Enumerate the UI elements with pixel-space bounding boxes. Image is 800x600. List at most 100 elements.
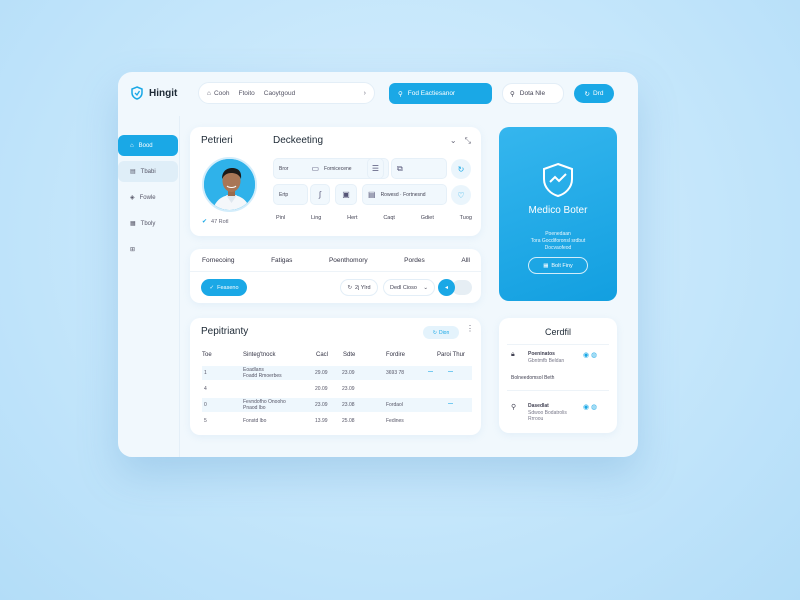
sidebar-item-calendar[interactable]: ▦ Tboly [118, 213, 178, 234]
tab-5[interactable]: Alll [461, 257, 470, 264]
status-icons: ◉ ◍ [583, 404, 598, 411]
sidebar-item-security[interactable]: ◈ Fowle [118, 187, 178, 208]
patient-section-heading: Deckeeting [273, 135, 324, 146]
search-button[interactable]: ⚲ Fod Eactiesanor [389, 83, 492, 104]
heart-icon[interactable]: ♡ [451, 185, 471, 205]
divider [507, 390, 609, 391]
patient-field-labels: Pinl Ling Hert Caqt Gdiet Tuog [276, 215, 472, 221]
secondary-search-input[interactable]: ⚲ Dota Nle [502, 83, 564, 104]
filter-chip-button[interactable]: ✓ Feaseno [201, 279, 247, 296]
avatar[interactable] [202, 157, 257, 212]
toggle-track[interactable] [452, 280, 472, 295]
patient-field[interactable]: Ertp [273, 184, 308, 205]
status-dash: — [448, 369, 453, 375]
date-select[interactable]: ↻ 2j Ylrd [340, 279, 378, 296]
card-controls: ⌄ ⤡ [450, 136, 471, 146]
column-header[interactable]: Cacl [316, 352, 328, 358]
patient-id: ✔ 47 Rotl [202, 218, 229, 226]
table-row[interactable]: 0 Fevndofho Onooho Pnaod lbo 23.09 23.08… [202, 398, 472, 412]
document-button[interactable]: ▣ [335, 184, 357, 205]
refresh-icon: ↻ [584, 90, 590, 98]
sidebar-item-home[interactable]: ⌂ Bood [118, 135, 178, 156]
search-icon: ⚲ [398, 90, 403, 98]
sidebar-item-files[interactable]: ▤ Tbabi [118, 161, 178, 182]
chevron-down-icon: ⌄ [423, 284, 428, 291]
app-window: Hingit ⌂ Cooh Ftoito Caoytgoud › ⚲ Fod E… [118, 72, 638, 457]
home-icon: ⌂ [130, 142, 134, 149]
breadcrumb-item[interactable]: Caoytgoud [264, 90, 295, 97]
calendar-icon: ▦ [543, 262, 549, 269]
list-item[interactable]: ⚲ Dasedlat Sdwoo Bodatrolis Rrroou ◉ ◍ [511, 403, 607, 427]
chevron-right-icon[interactable]: › [364, 90, 366, 97]
breadcrumb-item[interactable]: Ftoito [238, 90, 254, 97]
table-header: Toe Sinteg'tnock Cacl Sdte Fordire Paroi… [202, 352, 472, 364]
sidebar: ⌂ Bood ▤ Tbabi ◈ Fowle ▦ Tboly ⊞ [118, 116, 180, 457]
pulse-icon: ∫ [318, 190, 322, 199]
calendar-icon: ▦ [130, 221, 136, 227]
primary-action-button[interactable]: ↻ Drd [574, 84, 614, 103]
folder-icon: ▤ [368, 190, 376, 199]
side-list-card: Cerdfil 🔒︎ Poeninatos Gbntmfb Beldan ◉ ◍… [499, 318, 617, 433]
app-name: Hingit [149, 87, 178, 99]
tab-2[interactable]: Fatigas [271, 257, 292, 264]
top-bar: Hingit ⌂ Cooh Ftoito Caoytgoud › ⚲ Fod E… [118, 72, 638, 116]
status-dash: — [448, 401, 453, 407]
status-dash: — [428, 369, 433, 375]
search-icon: ⚲ [510, 90, 515, 98]
app-logo[interactable]: Hingit [130, 86, 177, 100]
shield-logo-icon [131, 86, 143, 100]
promo-button[interactable]: ▦ Bolt Finy [528, 257, 588, 274]
tab-4[interactable]: Pordes [404, 257, 425, 264]
records-button[interactable]: ▤ Rowesd · Fortnesnd [362, 184, 447, 205]
table-title: Pepitrianty [201, 326, 249, 337]
refresh-icon[interactable]: ↻ [451, 159, 471, 179]
expand-icon[interactable]: ⤡ [465, 136, 471, 146]
table-row[interactable]: 1 Eoadlans Foadd Rmoerbes 29.09 23.09 36… [202, 366, 472, 380]
breadcrumb-home[interactable]: ⌂ Cooh [207, 90, 229, 97]
chevron-down-icon[interactable]: ⌄ [450, 136, 457, 146]
divider [190, 271, 481, 272]
tab-3[interactable]: Poenthomory [329, 257, 368, 264]
patient-card-title: Petrieri [201, 135, 233, 146]
toggle-knob[interactable]: ◂ [438, 279, 455, 296]
more-icon[interactable]: ⋮ [466, 324, 474, 333]
doc-icon: ▣ [342, 190, 350, 199]
medication-button[interactable]: ⧉ [391, 158, 447, 179]
location-icon: ⚲ [511, 404, 517, 411]
refresh-icon: ↻ [347, 284, 353, 291]
status-icons: ◉ ◍ [583, 352, 598, 359]
grid-icon: ⊞ [130, 247, 136, 253]
pulse-button[interactable]: ∫ [310, 184, 330, 205]
breadcrumb: ⌂ Cooh Ftoito Caoytgoud › [198, 82, 375, 104]
note-button[interactable]: ☰ [367, 158, 384, 179]
table-card: Pepitrianty ↻ Dion ⋮ Toe Sinteg'tnock Ca… [190, 318, 481, 435]
table-action-button[interactable]: ↻ Dion [423, 326, 459, 339]
column-header[interactable]: Sinteg'tnock [243, 352, 276, 358]
person-icon [204, 159, 255, 210]
column-header[interactable]: Sdte [343, 352, 355, 358]
promo-title: Medico Boter [528, 205, 588, 216]
check-icon: ✓ [209, 284, 215, 291]
dropdown-select[interactable]: Dedl Cioso ⌄ [383, 279, 435, 296]
table-row[interactable]: 5 Fonstd lbo 13.99 25.08 Fedines [202, 414, 472, 428]
column-header[interactable]: Paroi Thur [437, 352, 465, 358]
pill-icon: ⧉ [397, 163, 403, 173]
column-header[interactable]: Fordire [386, 352, 405, 358]
table-row[interactable]: 4 20.09 23.09 [202, 382, 472, 396]
home-icon: ⌂ [207, 89, 211, 97]
file-icon: ▤ [130, 169, 136, 175]
patient-card: Petrieri Deckeeting ⌄ ⤡ ✔ 47 Rotl Bror ▭ [190, 127, 481, 236]
shield-icon: ◈ [130, 195, 135, 201]
filter-card: Fornecoing Fatigas Poenthomory Pordes Al… [190, 249, 481, 303]
column-header[interactable]: Toe [202, 352, 212, 358]
verified-icon: ✔ [202, 219, 208, 225]
shield-icon [543, 162, 573, 198]
tab-1[interactable]: Fornecoing [202, 257, 235, 264]
promo-subtitle: Poenedaan Tora Gocdiforonsl srdbut Docva… [530, 231, 586, 251]
refresh-icon: ↻ [432, 329, 437, 336]
promo-card: Medico Boter Poenedaan Tora Gocdiforonsl… [499, 127, 617, 301]
sidebar-item-grid[interactable]: ⊞ [118, 239, 178, 260]
list-item[interactable]: 🔒︎ Poeninatos Gbntmfb Beldan ◉ ◍ Bolneed… [511, 351, 607, 381]
side-card-title: Cerdfil [544, 327, 571, 337]
chat-icon: ▭ [311, 164, 320, 173]
